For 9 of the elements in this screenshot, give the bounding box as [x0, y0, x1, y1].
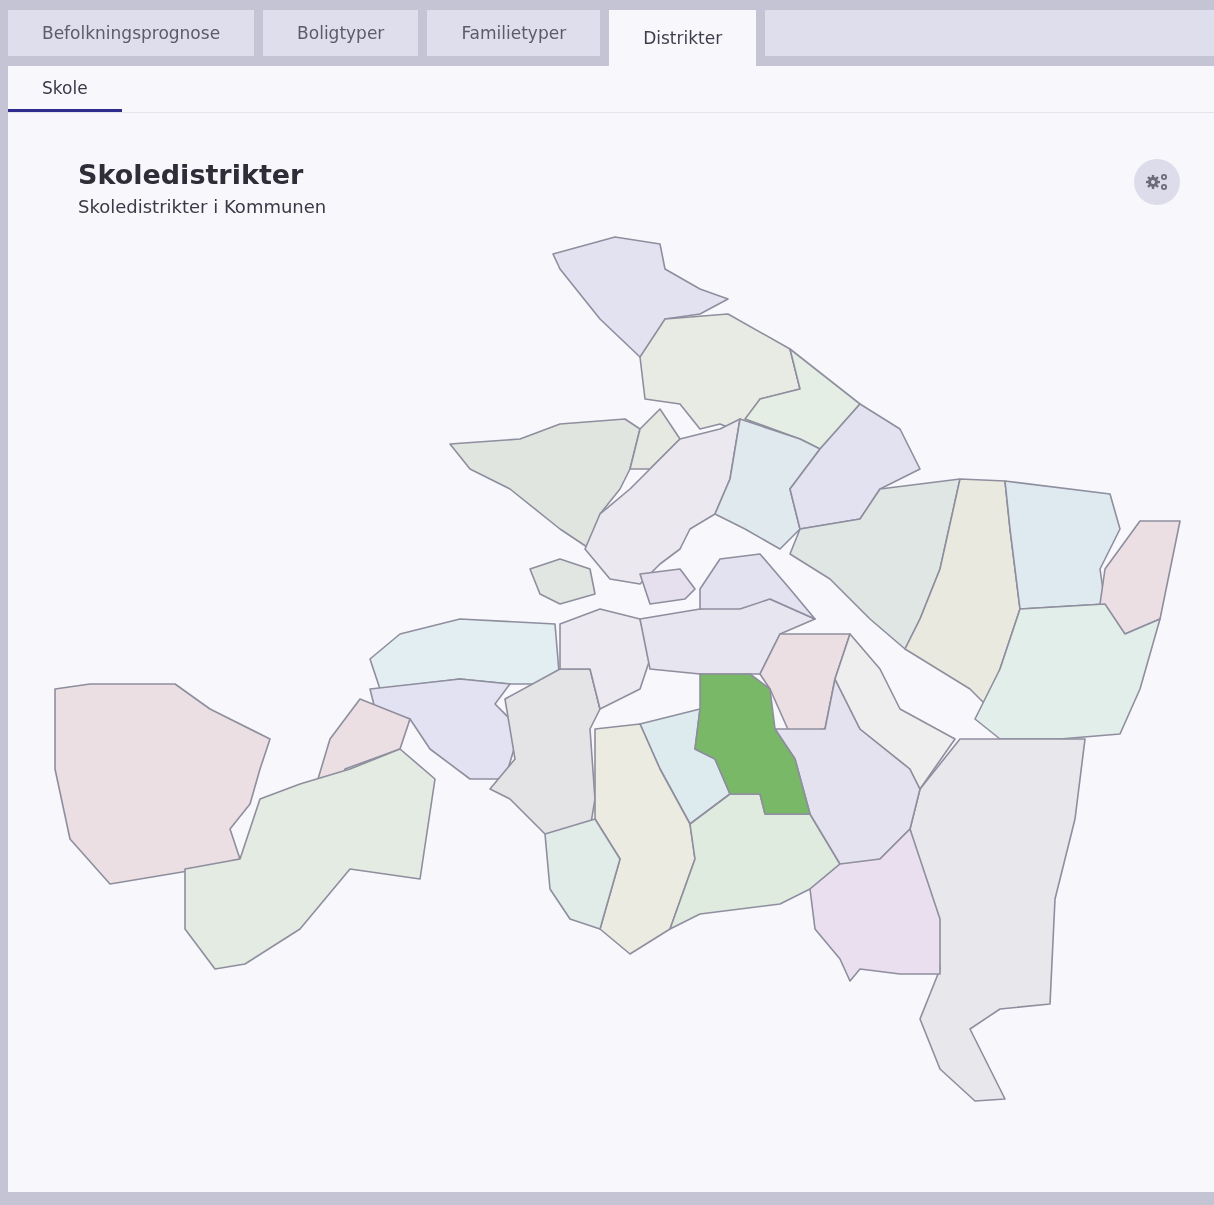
tab[interactable]: Familietyper: [427, 10, 601, 56]
tab[interactable]: Befolkningsprognose: [8, 10, 255, 56]
chart-title: Skoledistrikter: [78, 159, 305, 190]
subtab[interactable]: Skole: [8, 66, 122, 112]
settings-button[interactable]: [1134, 159, 1180, 205]
chart-subtitle: Skoledistrikter i Kommunen: [78, 196, 327, 217]
tab[interactable]: Distrikter: [609, 10, 757, 66]
settings-icon: [1145, 172, 1169, 192]
tab[interactable]: Boligtyper: [263, 10, 419, 56]
